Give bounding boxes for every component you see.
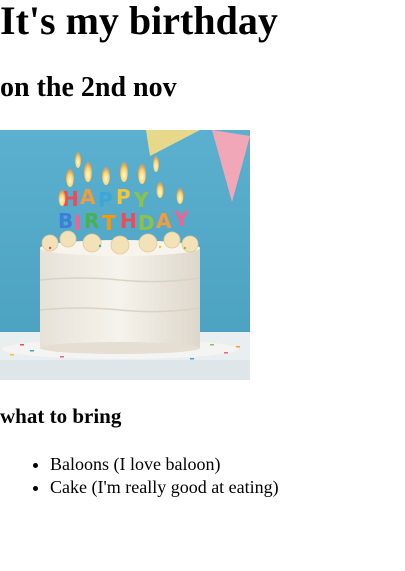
svg-text:A: A xyxy=(80,185,96,209)
page-title: It's my birthday xyxy=(0,0,278,43)
svg-text:H: H xyxy=(120,209,137,233)
list-item: Cake (I'm really good at eating) xyxy=(50,476,279,499)
svg-text:A: A xyxy=(156,209,172,233)
svg-text:T: T xyxy=(102,211,116,235)
svg-text:B: B xyxy=(58,209,73,233)
page: It's my birthday on the 2nd nov H A P P … xyxy=(0,0,405,571)
svg-text:D: D xyxy=(138,211,155,235)
list-item: Baloons (I love baloon) xyxy=(50,453,279,476)
svg-text:P: P xyxy=(98,188,113,212)
section-title-what-to-bring: what to bring xyxy=(0,404,122,428)
svg-text:I: I xyxy=(74,211,81,235)
svg-text:R: R xyxy=(84,209,99,233)
date-subtitle: on the 2nd nov xyxy=(0,72,177,103)
bring-list: Baloons (I love baloon) Cake (I'm really… xyxy=(0,453,279,499)
birthday-cake-image: H A P P Y B I R T H D A Y xyxy=(0,130,250,380)
svg-text:P: P xyxy=(116,185,131,209)
svg-text:Y: Y xyxy=(173,207,189,231)
